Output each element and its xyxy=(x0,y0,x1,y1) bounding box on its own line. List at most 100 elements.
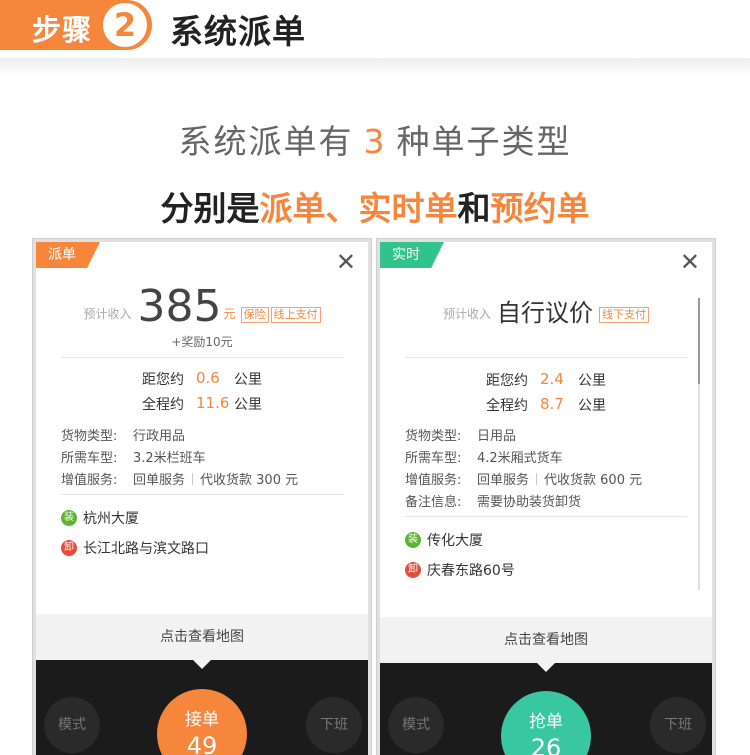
info-value: 日用品 xyxy=(477,429,517,444)
intro-line-2-d: 预约单 xyxy=(490,189,590,228)
info-value-added-service: 增值服务: 回单服务 代收货款 300 元 xyxy=(61,469,298,488)
intro-count: 3 xyxy=(363,122,387,161)
divider xyxy=(61,494,343,495)
unload-icon: 卸 xyxy=(405,562,421,578)
info-value: 回单服务 xyxy=(133,473,186,488)
load-address-text: 杭州大厦 xyxy=(83,511,139,527)
trip-value: 8.7 xyxy=(540,395,564,413)
divider xyxy=(405,357,687,358)
info-cargo-type: 货物类型: 行政用品 xyxy=(61,425,185,444)
info-value-added-service: 增值服务: 回单服务 代收货款 600 元 xyxy=(405,469,642,488)
info-value-2: 代收货款 300 元 xyxy=(200,473,299,488)
order-card: 派单 ✕ 预计收入 385 元 保险 线上支付 +奖励10元 距您约 0.6 公… xyxy=(36,242,368,755)
separator xyxy=(192,473,194,485)
income-row: 预计收入 自行议价 线下支付 xyxy=(380,298,712,330)
divider xyxy=(405,516,687,517)
info-vehicle-type: 所需车型: 4.2米厢式货车 xyxy=(405,447,563,466)
step-tab: 步骤 2 xyxy=(0,0,152,50)
unload-address-text: 长江北路与滨文路口 xyxy=(83,541,209,557)
intro-line-1-suffix: 种单子类型 xyxy=(396,122,572,161)
step-word: 步骤 xyxy=(32,13,93,47)
unload-icon: 卸 xyxy=(61,540,77,556)
view-map-button[interactable]: 点击查看地图 xyxy=(380,617,712,663)
info-key: 货物类型: xyxy=(61,429,118,444)
order-card: 实时 ✕ 预计收入 自行议价 线下支付 距您约 2.4 公里 全程约 8.7 公… xyxy=(380,242,712,755)
tag-offline-payment: 线下支付 xyxy=(599,307,649,323)
order-type-badge: 派单 xyxy=(36,242,100,268)
distance-label: 距您约 xyxy=(486,373,528,389)
intro-line-1: 系统派单有 3 种单子类型 xyxy=(0,115,750,163)
unload-address: 卸 长江北路与滨文路口 xyxy=(61,538,209,558)
info-key: 备注信息: xyxy=(405,495,462,510)
trip-unit: 公里 xyxy=(234,397,262,413)
distance-unit: 公里 xyxy=(578,373,606,389)
divider xyxy=(61,357,343,358)
distance-row: 距您约 2.4 公里 xyxy=(380,370,712,390)
load-address-text: 传化大厦 xyxy=(427,533,483,549)
income-row: 预计收入 385 元 保险 线上支付 xyxy=(36,284,368,330)
separator xyxy=(536,473,538,485)
income-value: 自行议价 xyxy=(497,299,593,327)
load-icon: 装 xyxy=(405,532,421,548)
intro-line-2-b: 派单、实时单 xyxy=(259,189,458,228)
distance-unit: 公里 xyxy=(234,372,262,388)
page-title: 系统派单 xyxy=(170,12,306,51)
accept-countdown: 49 xyxy=(186,732,218,755)
tag-insurance: 保险 xyxy=(240,307,269,323)
grab-label: 抢单 xyxy=(529,712,563,732)
distance-value: 2.4 xyxy=(540,370,564,388)
header-divider xyxy=(0,58,750,76)
info-key: 增值服务: xyxy=(405,473,462,488)
tag-online-payment: 线上支付 xyxy=(270,307,321,323)
close-icon[interactable]: ✕ xyxy=(336,250,356,274)
off-duty-button[interactable]: 下班 xyxy=(650,697,706,753)
info-key: 所需车型: xyxy=(405,451,462,466)
info-value: 回单服务 xyxy=(477,473,530,488)
info-key: 所需车型: xyxy=(61,451,118,466)
info-cargo-type: 货物类型: 日用品 xyxy=(405,425,516,444)
step-number: 2 xyxy=(103,3,147,47)
intro-line-2: 分别是派单、实时单和预约单 xyxy=(0,182,750,230)
distance-row: 距您约 0.6 公里 xyxy=(36,369,368,389)
distance-value: 0.6 xyxy=(196,369,220,387)
unload-address-text: 庆春东路60号 xyxy=(427,563,515,579)
load-icon: 装 xyxy=(61,510,77,526)
phone-dispatch-order: 派单 ✕ 预计收入 385 元 保险 线上支付 +奖励10元 距您约 0.6 公… xyxy=(32,238,372,755)
bonus-text: +奖励10元 xyxy=(171,335,233,349)
income-unit: 元 xyxy=(223,307,236,321)
trip-row: 全程约 8.7 公里 xyxy=(380,395,712,415)
trip-label: 全程约 xyxy=(142,397,184,413)
info-value-2: 代收货款 600 元 xyxy=(544,473,643,488)
accept-label: 接单 xyxy=(185,710,219,730)
info-remarks: 备注信息: 需要协助装货卸货 xyxy=(405,491,581,510)
income-value: 385 xyxy=(137,281,222,332)
intro-line-1-prefix: 系统派单有 xyxy=(178,122,354,161)
income-label: 预计收入 xyxy=(442,307,491,321)
income-label: 预计收入 xyxy=(83,307,132,321)
info-value: 3.2米栏班车 xyxy=(133,451,206,466)
phone-realtime-order: 实时 ✕ 预计收入 自行议价 线下支付 距您约 2.4 公里 全程约 8.7 公… xyxy=(376,238,716,755)
trip-value: 11.6 xyxy=(196,394,230,412)
mode-button[interactable]: 模式 xyxy=(44,697,100,753)
grab-countdown: 26 xyxy=(530,734,562,755)
info-value: 需要协助装货卸货 xyxy=(477,495,582,510)
trip-row: 全程约 11.6 公里 xyxy=(36,394,368,414)
trip-label: 全程约 xyxy=(486,398,528,414)
order-type-badge: 实时 xyxy=(380,242,444,268)
trip-unit: 公里 xyxy=(578,398,606,414)
info-vehicle-type: 所需车型: 3.2米栏班车 xyxy=(61,447,206,466)
intro-line-2-a: 分别是 xyxy=(160,189,260,228)
mode-button[interactable]: 模式 xyxy=(388,697,444,753)
info-value: 行政用品 xyxy=(133,429,186,444)
intro-line-2-c: 和 xyxy=(457,189,491,228)
off-duty-button[interactable]: 下班 xyxy=(306,697,362,753)
info-key: 货物类型: xyxy=(405,429,462,444)
unload-address: 卸 庆春东路60号 xyxy=(405,560,515,580)
distance-label: 距您约 xyxy=(142,372,184,388)
close-icon[interactable]: ✕ xyxy=(680,250,700,274)
load-address: 装 传化大厦 xyxy=(405,530,483,550)
view-map-button[interactable]: 点击查看地图 xyxy=(36,614,368,660)
info-key: 增值服务: xyxy=(61,473,118,488)
pointer-notch xyxy=(537,663,555,672)
info-value: 4.2米厢式货车 xyxy=(477,451,563,466)
